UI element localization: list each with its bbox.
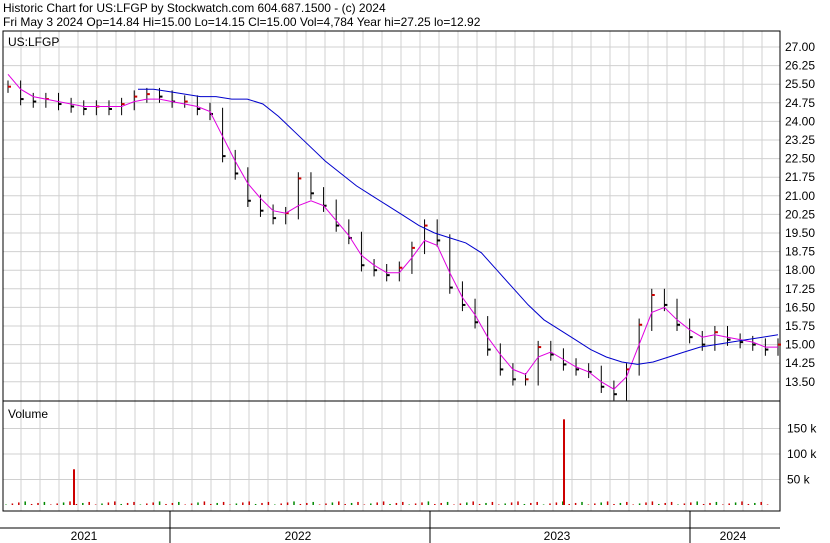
y-tick-label: 27.00	[785, 40, 815, 54]
volume-panel-frame	[2, 400, 781, 512]
volume-tick-label: 50 k	[787, 473, 811, 487]
y-tick-label: 25.50	[785, 77, 815, 91]
volume-tick-label: 150 k	[787, 422, 817, 436]
y-tick-label: 24.75	[785, 96, 815, 110]
y-tick-label: 15.00	[785, 338, 815, 352]
volume-tick-label: 100 k	[787, 447, 817, 461]
x-tick-label: 2021	[71, 529, 98, 543]
volume-title: Volume	[8, 407, 48, 421]
y-tick-label: 16.50	[785, 300, 815, 314]
y-tick-label: 13.50	[785, 375, 815, 389]
y-tick-label: 26.25	[785, 59, 815, 73]
y-tick-label: 18.00	[785, 263, 815, 277]
y-tick-label: 15.75	[785, 319, 815, 333]
price-chart: US:LFGP Volume 27.00 26.25 25.50 24.75 24.00…	[0, 30, 817, 543]
x-tick-label: 2022	[285, 529, 312, 543]
y-tick-label: 21.75	[785, 170, 815, 184]
symbol-label: US:LFGP	[8, 35, 59, 49]
x-tick-label: 2024	[720, 529, 747, 543]
y-tick-label: 17.25	[785, 282, 815, 296]
x-tick-label: 2023	[544, 529, 571, 543]
price-panel-frame	[2, 30, 781, 402]
y-tick-label: 21.00	[785, 189, 815, 203]
y-tick-label: 20.25	[785, 207, 815, 221]
y-tick-label: 23.25	[785, 133, 815, 147]
y-tick-label: 18.75	[785, 245, 815, 259]
y-tick-label: 22.50	[785, 152, 815, 166]
y-tick-label: 24.00	[785, 114, 815, 128]
y-tick-label: 19.50	[785, 226, 815, 240]
y-tick-label: 14.25	[785, 356, 815, 370]
